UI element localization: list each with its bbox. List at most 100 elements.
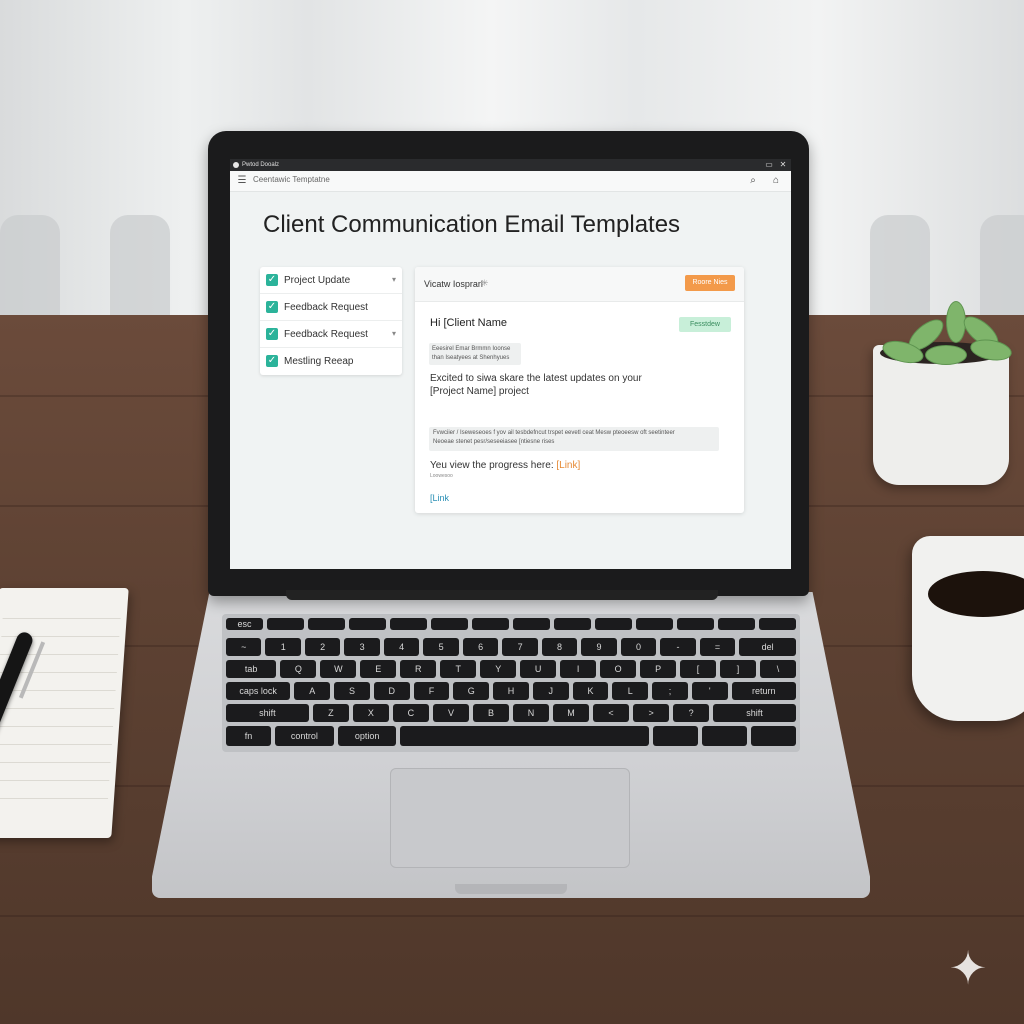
keyboard-key[interactable]: J [532,682,569,700]
keyboard-key[interactable]: B [472,704,509,722]
hamburger-menu-icon[interactable]: ☰ [235,173,249,189]
keyboard-key[interactable]: esc [226,618,263,630]
progress-link[interactable]: [Link] [556,460,580,471]
keyboard-key[interactable] [431,618,468,630]
keyboard-key[interactable]: R [400,660,437,678]
keyboard-key[interactable] [595,618,632,630]
keyboard-key[interactable] [349,618,386,630]
keyboard-key[interactable]: X [352,704,389,722]
chevron-down-icon[interactable]: ▾ [392,329,396,338]
email-paragraph-box[interactable]: Fvwciier / Iseweseoes f yov ail tesbdefn… [429,427,719,451]
keyboard-key[interactable] [718,618,755,630]
keyboard-key[interactable]: ' [691,682,728,700]
keyboard-key[interactable]: < [593,704,630,722]
keyboard-key[interactable]: I [560,660,597,678]
keyboard-key[interactable]: ; [652,682,688,700]
keyboard-key[interactable]: tab [226,660,277,678]
search-icon[interactable]: ⌕ [746,174,760,188]
keyboard-key[interactable]: 4 [383,638,420,656]
keyboard-key[interactable]: [ [680,660,717,678]
keyboard-key[interactable]: D [373,682,410,700]
keyboard-key[interactable]: A [294,682,331,700]
keyboard-key[interactable]: 9 [581,638,617,656]
keyboard-key[interactable]: F [413,682,450,700]
keyboard-key[interactable] [400,726,649,746]
keyboard-key[interactable] [750,726,796,746]
keyboard-key[interactable]: ~ [226,638,262,656]
checkbox-checked-icon[interactable]: ✓ [266,274,278,286]
keyboard-key[interactable]: shift [713,704,796,722]
keyboard-key[interactable] [267,618,304,630]
keyboard-key[interactable]: fn [226,726,272,746]
keyboard-key[interactable]: shift [226,704,309,722]
keyboard-key[interactable] [759,618,796,630]
keyboard-key[interactable]: control [275,726,334,746]
keyboard-key[interactable] [677,618,714,630]
keyboard-key[interactable]: E [360,660,397,678]
home-icon[interactable]: ⌂ [769,174,783,188]
link-placeholder[interactable]: [Link [430,493,449,503]
keyboard-key[interactable] [636,618,673,630]
keyboard-key[interactable]: 7 [502,638,538,656]
keyboard-key[interactable]: P [640,660,677,678]
keyboard-key[interactable]: caps lock [226,682,291,700]
keyboard-key[interactable] [554,618,591,630]
keyboard-key[interactable]: 2 [304,638,341,656]
keyboard-key[interactable] [390,618,427,630]
keyboard-key[interactable]: ? [673,704,710,722]
keyboard-key[interactable]: del [739,638,796,656]
keyboard-key[interactable]: V [432,704,469,722]
keyboard-key[interactable]: T [440,660,477,678]
keyboard-key[interactable] [472,618,509,630]
keyboard-key[interactable]: Q [280,660,317,678]
keyboard-key[interactable]: \ [760,660,796,678]
progress-text: Yeu view the progress here: [430,460,557,471]
keyboard-key[interactable]: = [699,638,736,656]
keyboard-key[interactable]: G [453,682,490,700]
keyboard-key[interactable]: Z [312,704,349,722]
keyboard-key[interactable] [308,618,345,630]
breadcrumb[interactable]: Ceentawic Temptatne [253,175,330,184]
close-icon[interactable]: ✕ [777,159,789,171]
keyboard-key[interactable]: ] [720,660,757,678]
keyboard-key[interactable]: Y [480,660,517,678]
keyboard-key[interactable] [652,726,698,746]
primary-action-button[interactable]: Roore Nies [685,275,735,291]
checkbox-checked-icon[interactable]: ✓ [266,355,278,367]
asterisk-icon: ✳ [481,278,489,288]
email-body-intro[interactable]: Excited to siwa skare the latest updates… [430,372,670,398]
keyboard-key[interactable]: 8 [541,638,578,656]
template-item-feedback-request[interactable]: ✓ Feedback Request [260,294,402,321]
keyboard-key[interactable]: N [513,704,550,722]
keyboard-key[interactable]: option [337,726,397,746]
keyboard-key[interactable]: H [493,682,529,700]
maximize-icon[interactable]: ▭ [763,159,775,171]
keyboard-key[interactable]: U [520,660,557,678]
template-item-project-update[interactable]: ✓ Project Update ▾ [260,267,402,294]
email-greeting[interactable]: Hi [Client Name [430,317,507,329]
keyboard-key[interactable]: 3 [344,638,380,656]
keyboard-key[interactable]: - [660,638,696,656]
keyboard-key[interactable]: S [334,682,370,700]
template-item-feedback-request-2[interactable]: ✓ Feedback Request ▾ [260,321,402,348]
keyboard-key[interactable] [513,618,550,630]
keyboard-key[interactable]: 1 [265,638,301,656]
keyboard-key[interactable]: W [320,660,357,678]
trackpad[interactable] [390,768,630,868]
keyboard-key[interactable]: 0 [620,638,657,656]
keyboard-key[interactable]: 5 [423,638,459,656]
keyboard-key[interactable]: C [392,704,429,722]
keyboard-key[interactable]: K [572,682,609,700]
keyboard-key[interactable]: > [633,704,670,722]
keyboard-key[interactable]: M [553,704,590,722]
keyboard-key[interactable]: 6 [462,638,499,656]
template-item-meeting-recap[interactable]: ✓ Mestling Reeap [260,348,402,374]
keyboard-key[interactable] [701,726,747,746]
chevron-down-icon[interactable]: ▾ [392,275,396,284]
keyboard-key[interactable]: L [612,682,649,700]
keyboard-key[interactable]: return [731,682,796,700]
keyboard-key[interactable]: O [600,660,637,678]
checkbox-checked-icon[interactable]: ✓ [266,328,278,340]
status-badge[interactable]: Fesstdew [679,317,731,332]
checkbox-checked-icon[interactable]: ✓ [266,301,278,313]
